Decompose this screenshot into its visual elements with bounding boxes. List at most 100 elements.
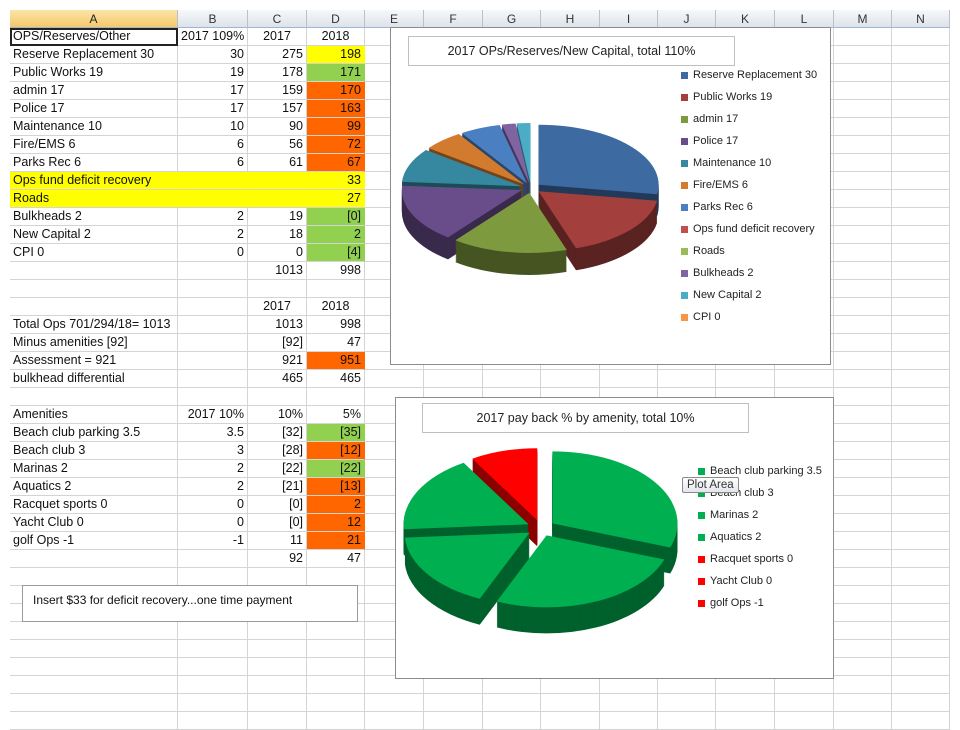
cell[interactable] (892, 190, 950, 208)
cell[interactable] (834, 370, 892, 388)
cell-C16[interactable]: 2017 (248, 298, 307, 316)
cell[interactable] (892, 352, 950, 370)
cell-B10[interactable] (178, 190, 248, 208)
text-box-note[interactable]: Insert $33 for deficit recovery...one ti… (22, 585, 358, 622)
cell-A8[interactable]: Parks Rec 6 (10, 154, 178, 172)
cell-D20[interactable]: 465 (307, 370, 365, 388)
column-header-D[interactable]: D (307, 10, 365, 28)
cell-C27[interactable]: [0] (248, 496, 307, 514)
cell-B21[interactable] (178, 388, 248, 406)
column-header-A[interactable]: A (10, 10, 178, 28)
cell[interactable] (834, 478, 892, 496)
column-header-M[interactable]: M (834, 10, 892, 28)
cell[interactable] (716, 694, 775, 712)
cell-A19[interactable]: Assessment = 921 (10, 352, 178, 370)
legend-entry[interactable]: Parks Rec 6 (681, 196, 817, 218)
legend-entry[interactable]: Ops fund deficit recovery (681, 218, 817, 240)
cell-C19[interactable]: 921 (248, 352, 307, 370)
cell-D22[interactable]: 5% (307, 406, 365, 424)
cell[interactable] (834, 244, 892, 262)
chart-legend[interactable]: Reserve Replacement 30 Public Works 19 adm… (681, 64, 817, 328)
cell-C7[interactable]: 56 (248, 136, 307, 154)
cell-A30[interactable] (10, 550, 178, 568)
cell[interactable] (834, 316, 892, 334)
cell-A5[interactable]: Police 17 (10, 100, 178, 118)
cell[interactable] (834, 586, 892, 604)
cell-A16[interactable] (10, 298, 178, 316)
cell-D6[interactable]: 99 (307, 118, 365, 136)
cell-B6[interactable]: 10 (178, 118, 248, 136)
cell-D18[interactable]: 47 (307, 334, 365, 352)
cell[interactable] (834, 604, 892, 622)
cell[interactable] (541, 694, 600, 712)
cell-A20[interactable]: bulkhead differential (10, 370, 178, 388)
cell[interactable] (424, 370, 483, 388)
cell-A9[interactable]: Ops fund deficit recovery (10, 172, 178, 190)
column-header-L[interactable]: L (775, 10, 834, 28)
cell[interactable] (834, 676, 892, 694)
cell-C30[interactable]: 92 (248, 550, 307, 568)
cell[interactable] (658, 370, 716, 388)
cell-C3[interactable]: 178 (248, 64, 307, 82)
cell-A11[interactable]: Bulkheads 2 (10, 208, 178, 226)
cell[interactable] (834, 298, 892, 316)
legend-entry[interactable]: Reserve Replacement 30 (681, 64, 817, 86)
cell-B4[interactable]: 17 (178, 82, 248, 100)
legend-entry[interactable]: Bulkheads 2 (681, 262, 817, 284)
cell-A18[interactable]: Minus amenities [92] (10, 334, 178, 352)
cell[interactable] (834, 208, 892, 226)
cell[interactable] (248, 712, 307, 730)
cell[interactable] (10, 694, 178, 712)
cell[interactable] (892, 424, 950, 442)
cell[interactable] (892, 532, 950, 550)
cell-A4[interactable]: admin 17 (10, 82, 178, 100)
cell-A13[interactable]: CPI 0 (10, 244, 178, 262)
cell[interactable] (10, 640, 178, 658)
column-header-G[interactable]: G (483, 10, 541, 28)
cell-D30[interactable]: 47 (307, 550, 365, 568)
cell-D19[interactable]: 951 (307, 352, 365, 370)
cell[interactable] (892, 586, 950, 604)
cell[interactable] (658, 694, 716, 712)
cell-B9[interactable] (178, 172, 248, 190)
cell[interactable] (834, 28, 892, 46)
cell[interactable] (834, 118, 892, 136)
cell-B13[interactable]: 0 (178, 244, 248, 262)
cell[interactable] (483, 694, 541, 712)
cell[interactable] (834, 226, 892, 244)
column-header-C[interactable]: C (248, 10, 307, 28)
cell[interactable] (834, 622, 892, 640)
cell-C5[interactable]: 157 (248, 100, 307, 118)
cell[interactable] (248, 658, 307, 676)
cell[interactable] (834, 712, 892, 730)
cell-D28[interactable]: 12 (307, 514, 365, 532)
cell-D15[interactable] (307, 280, 365, 298)
cell[interactable] (834, 172, 892, 190)
legend-entry[interactable]: Racquet sports 0 (698, 548, 822, 570)
cell-C29[interactable]: 11 (248, 532, 307, 550)
cell-C12[interactable]: 18 (248, 226, 307, 244)
legend-entry[interactable]: Marinas 2 (698, 504, 822, 526)
cell[interactable] (775, 712, 834, 730)
cell-B14[interactable] (178, 262, 248, 280)
cell[interactable] (892, 622, 950, 640)
cell[interactable] (892, 208, 950, 226)
legend-entry[interactable]: golf Ops -1 (698, 592, 822, 614)
cell-A1[interactable]: OPS/Reserves/Other (10, 28, 178, 46)
cell-A14[interactable] (10, 262, 178, 280)
cell-B24[interactable]: 3 (178, 442, 248, 460)
cell[interactable] (248, 640, 307, 658)
cell[interactable] (892, 514, 950, 532)
cell[interactable] (834, 46, 892, 64)
cell[interactable] (178, 676, 248, 694)
cell[interactable] (248, 694, 307, 712)
cell[interactable] (424, 712, 483, 730)
cell-B11[interactable]: 2 (178, 208, 248, 226)
legend-entry[interactable]: Police 17 (681, 130, 817, 152)
cell-B27[interactable]: 0 (178, 496, 248, 514)
cell[interactable] (892, 136, 950, 154)
cell-A15[interactable] (10, 280, 178, 298)
cell[interactable] (248, 568, 307, 586)
cell-D29[interactable]: 21 (307, 532, 365, 550)
cell[interactable] (892, 154, 950, 172)
